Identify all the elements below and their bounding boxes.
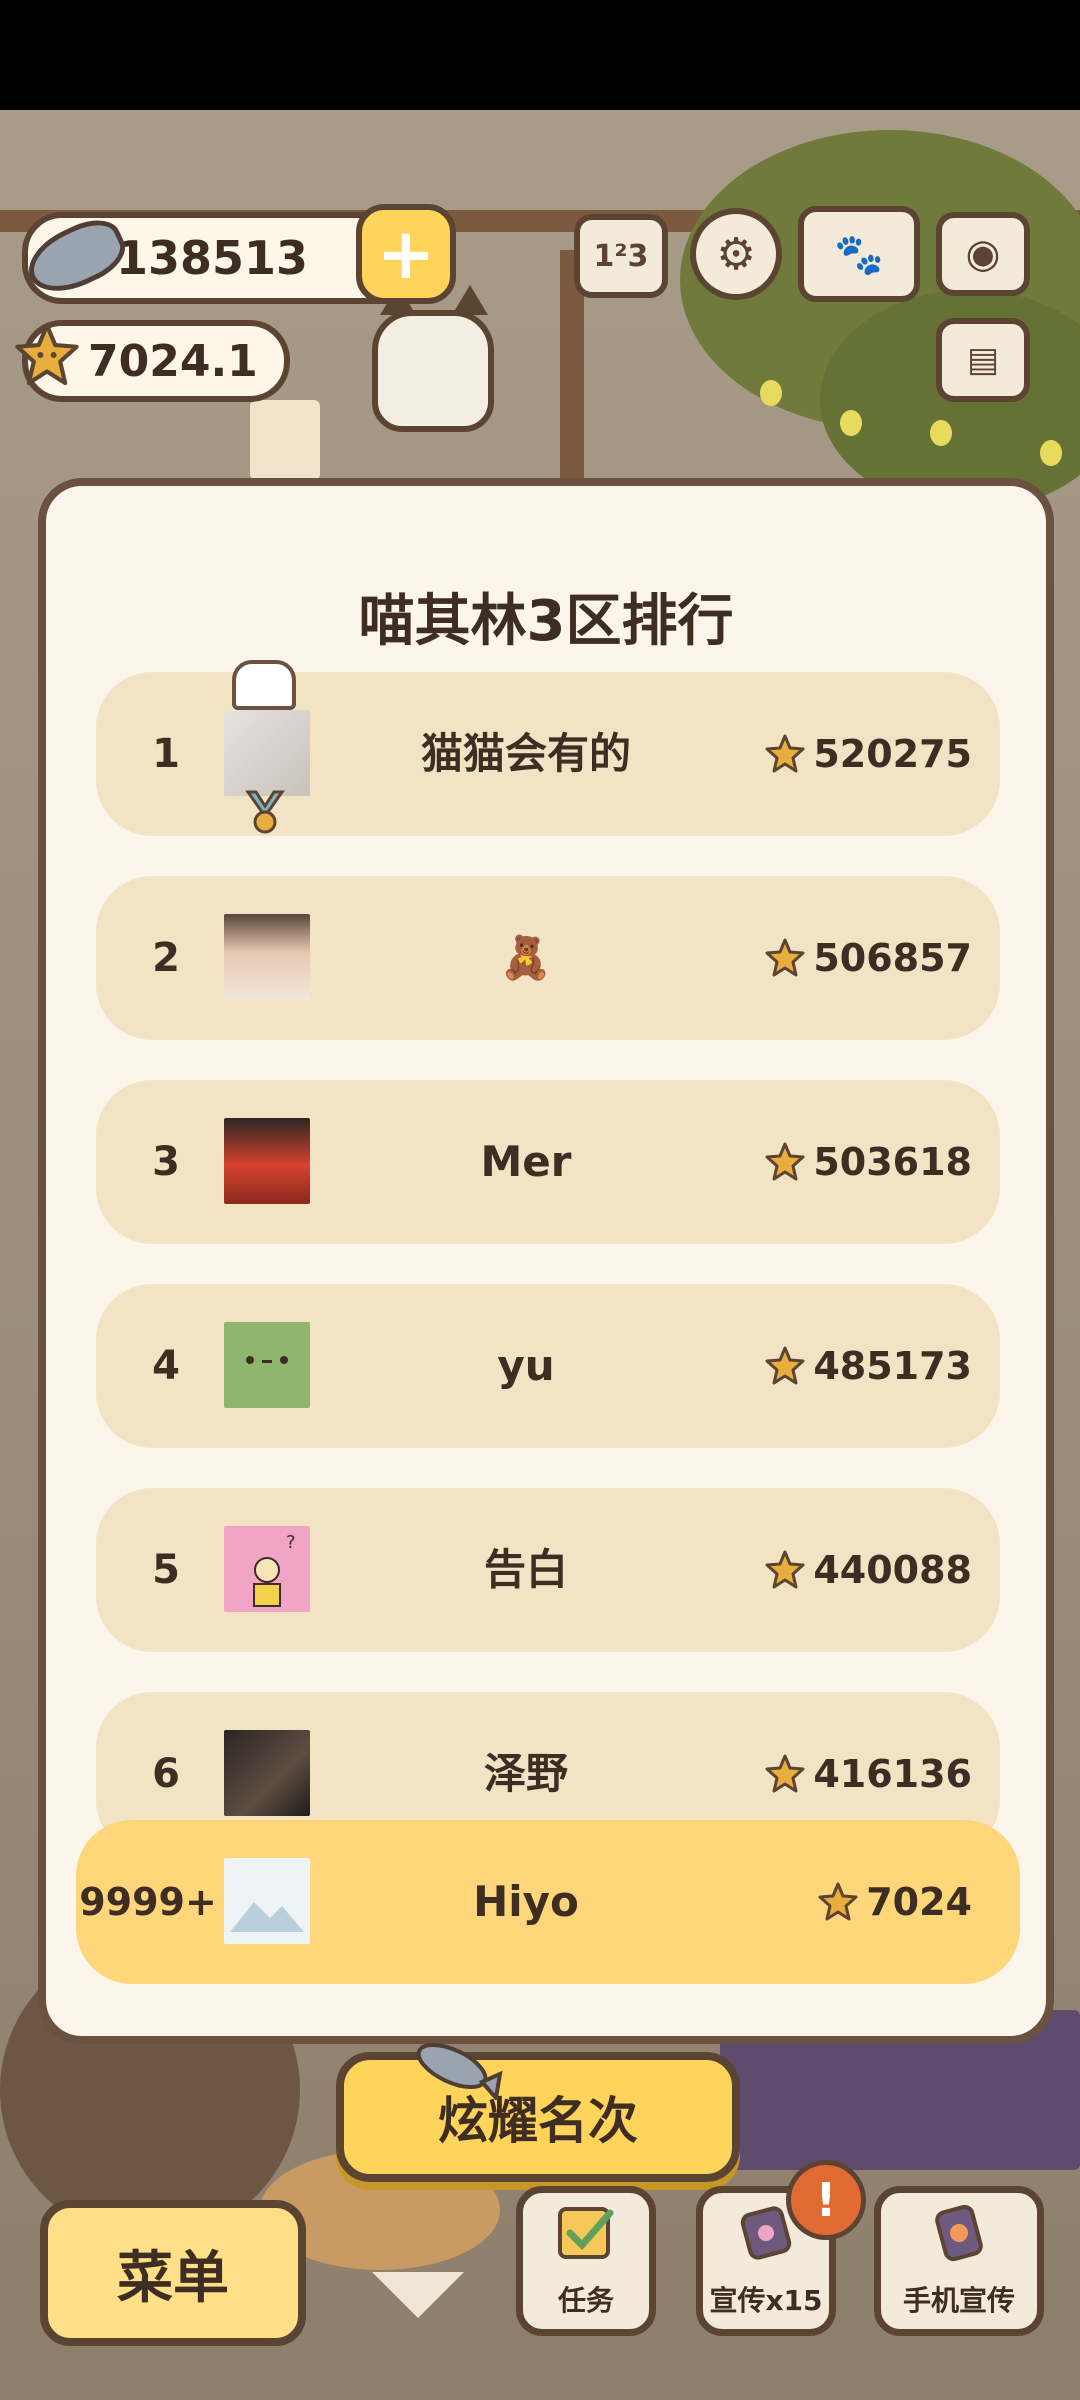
player-score: 7024 <box>818 1820 972 1984</box>
star-icon <box>15 323 79 386</box>
lamp <box>760 380 782 406</box>
lamp <box>1040 440 1062 466</box>
lamp <box>930 420 952 446</box>
rank-row[interactable]: 4 yu 485173 <box>96 1284 1000 1448</box>
player-score: 485173 <box>765 1284 972 1448</box>
avatar <box>224 1730 310 1816</box>
promo-label: 宣传x15 <box>709 2284 823 2317</box>
player-score: 440088 <box>765 1488 972 1652</box>
lamp <box>840 410 862 436</box>
shelf <box>250 400 320 480</box>
star-icon <box>765 1142 805 1181</box>
alert-badge: ! <box>786 2160 866 2240</box>
plus-icon: + <box>376 213 436 295</box>
rank-row[interactable]: 2 🧸 506857 <box>96 876 1000 1040</box>
medal-icon <box>245 790 285 834</box>
avatar <box>224 710 310 796</box>
ranking-podium-icon[interactable]: 1²3 <box>574 214 668 298</box>
rank-number: 9999+ <box>79 1880 217 1924</box>
menu-button[interactable]: 菜单 <box>40 2200 306 2346</box>
star-icon <box>765 1550 805 1589</box>
score-value: 503618 <box>813 1140 972 1184</box>
camera-icon[interactable]: ◉ <box>936 212 1030 296</box>
fish-icon <box>416 2042 503 2100</box>
rank-number: 2 <box>152 935 180 981</box>
avatar <box>224 1322 310 1408</box>
add-fish-button[interactable]: + <box>356 204 456 304</box>
player-name: 猫猫会有的 <box>420 729 631 778</box>
image-placeholder-icon <box>230 1902 304 1932</box>
face-icon <box>246 1356 288 1364</box>
newspaper-icon[interactable]: ▤ <box>936 318 1030 402</box>
avatar <box>224 1858 310 1944</box>
alert-mark: ! <box>815 2173 837 2227</box>
ranking-modal: 喵其林3区排行 1 猫猫会有的 520275 2 🧸 506857 3 Mer … <box>38 478 1054 2044</box>
book-icon[interactable]: 🐾 <box>798 206 920 302</box>
rank-number: 3 <box>152 1139 180 1185</box>
svg-text:?: ? <box>286 1532 296 1553</box>
gear-icon[interactable]: ⚙ <box>690 208 782 300</box>
player-score: 520275 <box>765 672 972 836</box>
phone-promo-label: 手机宣传 <box>902 2284 1015 2317</box>
player-name: Hiyo <box>473 1877 579 1926</box>
phone-promo-icon <box>935 2204 983 2262</box>
cat-ear <box>452 285 488 315</box>
menu-label: 菜单 <box>117 2245 229 2311</box>
player-score: 506857 <box>765 876 972 1040</box>
score-value: 7024 <box>866 1880 972 1924</box>
player-name: 告白 <box>483 1545 568 1594</box>
show-off-rank-button[interactable]: 炫耀名次 <box>336 2052 740 2182</box>
cartoon-figure-icon: ? <box>253 1532 296 1607</box>
score-value: 520275 <box>813 732 972 776</box>
avatar: ? <box>224 1526 310 1612</box>
rank-number: 4 <box>152 1343 180 1389</box>
fish-count: 138513 <box>116 231 309 285</box>
modal-title: 喵其林3区排行 <box>358 589 734 654</box>
avatar <box>224 1118 310 1204</box>
rank-number: 5 <box>152 1547 180 1593</box>
star-icon <box>765 1346 805 1385</box>
checklist-icon <box>558 2207 614 2259</box>
avatar <box>224 914 310 1000</box>
star-icon <box>765 938 805 977</box>
score-value: 485173 <box>813 1344 972 1388</box>
player-name: Mer <box>480 1137 572 1186</box>
tasks-label: 任务 <box>557 2284 614 2317</box>
chef-hat-icon <box>232 660 296 710</box>
score-value: 440088 <box>813 1548 972 1592</box>
tasks-button[interactable]: 任务 <box>516 2186 656 2336</box>
rank-row[interactable]: 5 ? 告白 440088 <box>96 1488 1000 1652</box>
rank-row[interactable]: 3 Mer 503618 <box>96 1080 1000 1244</box>
status-bar <box>0 0 1080 110</box>
chevron-down-icon[interactable] <box>372 2272 464 2318</box>
my-rank-row[interactable]: 9999+ Hiyo 7024 <box>76 1820 1020 1984</box>
player-name: 🧸 <box>499 933 553 982</box>
star-icon <box>765 734 805 773</box>
lucky-cat-decoration <box>372 310 494 432</box>
star-icon <box>818 1882 858 1921</box>
rank-number: 1 <box>152 731 180 777</box>
rank-row[interactable]: 1 猫猫会有的 520275 <box>96 660 1000 836</box>
star-icon <box>765 1754 805 1793</box>
player-score: 503618 <box>765 1080 972 1244</box>
score-value: 506857 <box>813 936 972 980</box>
star-count: 7024.1 <box>88 335 258 387</box>
phone-promo-button[interactable]: 手机宣传 <box>874 2186 1044 2336</box>
player-name: yu <box>497 1341 555 1390</box>
